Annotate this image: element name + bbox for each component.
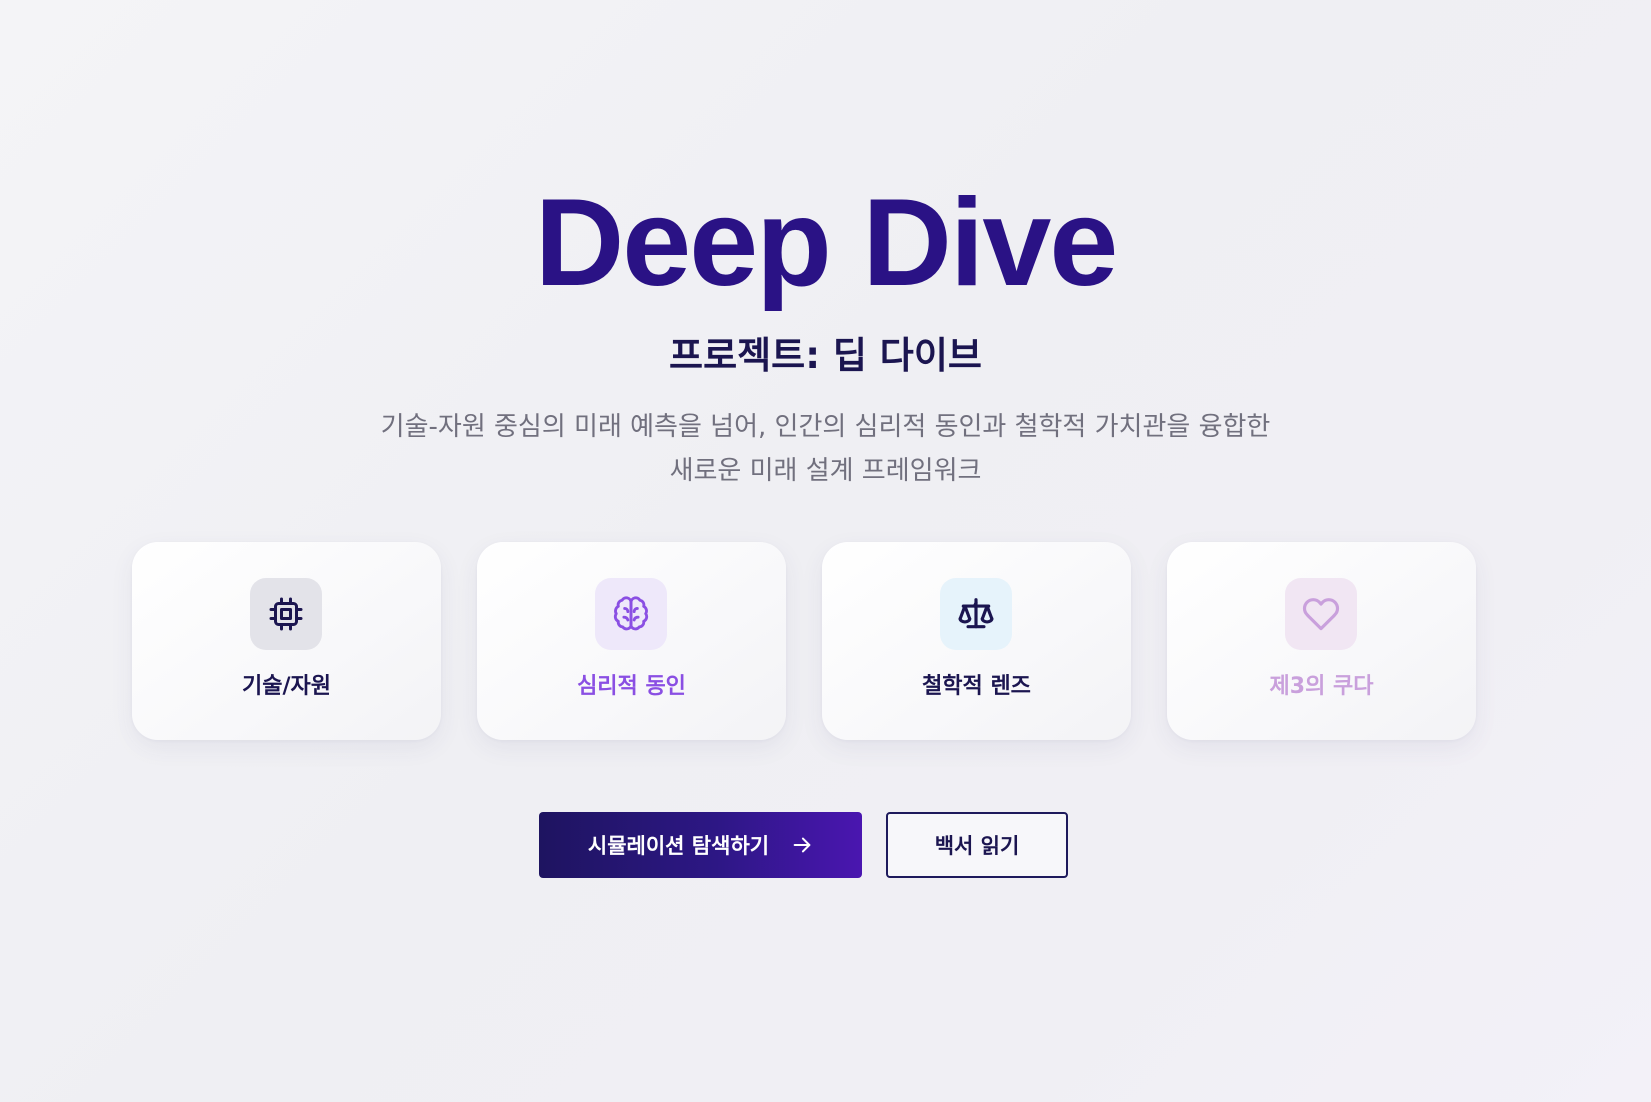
card-icon-box [595,578,667,650]
explore-simulation-button[interactable]: 시뮬레이션 탐색하기 [539,812,862,878]
card-label: 철학적 렌즈 [922,674,1031,699]
read-whitepaper-button[interactable]: 백서 읽기 [886,812,1068,878]
card-label: 제3의 쿠다 [1269,674,1374,699]
scale-icon [958,598,994,629]
card-icon-box [250,578,322,650]
card-psychological-driver[interactable]: 심리적 동인 [477,542,786,740]
card-philosophical-lens[interactable]: 철학적 렌즈 [822,542,1131,740]
card-label: 심리적 동인 [577,674,686,699]
description-line-1: 기술-자원 중심의 미래 예측을 넘어, 인간의 심리적 동인과 철학적 가치관… [380,412,1271,442]
explore-simulation-label: 시뮬레이션 탐색하기 [587,834,770,858]
read-whitepaper-label: 백서 읽기 [934,834,1020,858]
heart-icon [1302,598,1340,631]
page-subtitle: 프로젝트: 딥 다이브 [669,334,982,377]
card-icon-box [1285,578,1357,650]
category-cards: 기술/자원 심리적 동인 철학적 렌즈 제3의 쿠다 [132,542,1476,740]
card-label: 기술/자원 [242,674,331,699]
card-icon-box [940,578,1012,650]
page-title: Deep Dive [534,174,1119,312]
arrow-right-icon [793,837,811,853]
description-line-2: 새로운 미래 설계 프레임워크 [669,456,982,486]
brain-icon [613,596,649,631]
page-description: 기술-자원 중심의 미래 예측을 넘어, 인간의 심리적 동인과 철학적 가치관… [290,405,1361,493]
card-third-coup[interactable]: 제3의 쿠다 [1167,542,1476,740]
hero-section: Deep Dive 프로젝트: 딥 다이브 기술-자원 중심의 미래 예측을 넘… [0,0,1651,1102]
action-buttons: 시뮬레이션 탐색하기 백서 읽기 [539,812,1069,878]
card-tech-resource[interactable]: 기술/자원 [132,542,441,740]
chip-icon [269,597,303,631]
